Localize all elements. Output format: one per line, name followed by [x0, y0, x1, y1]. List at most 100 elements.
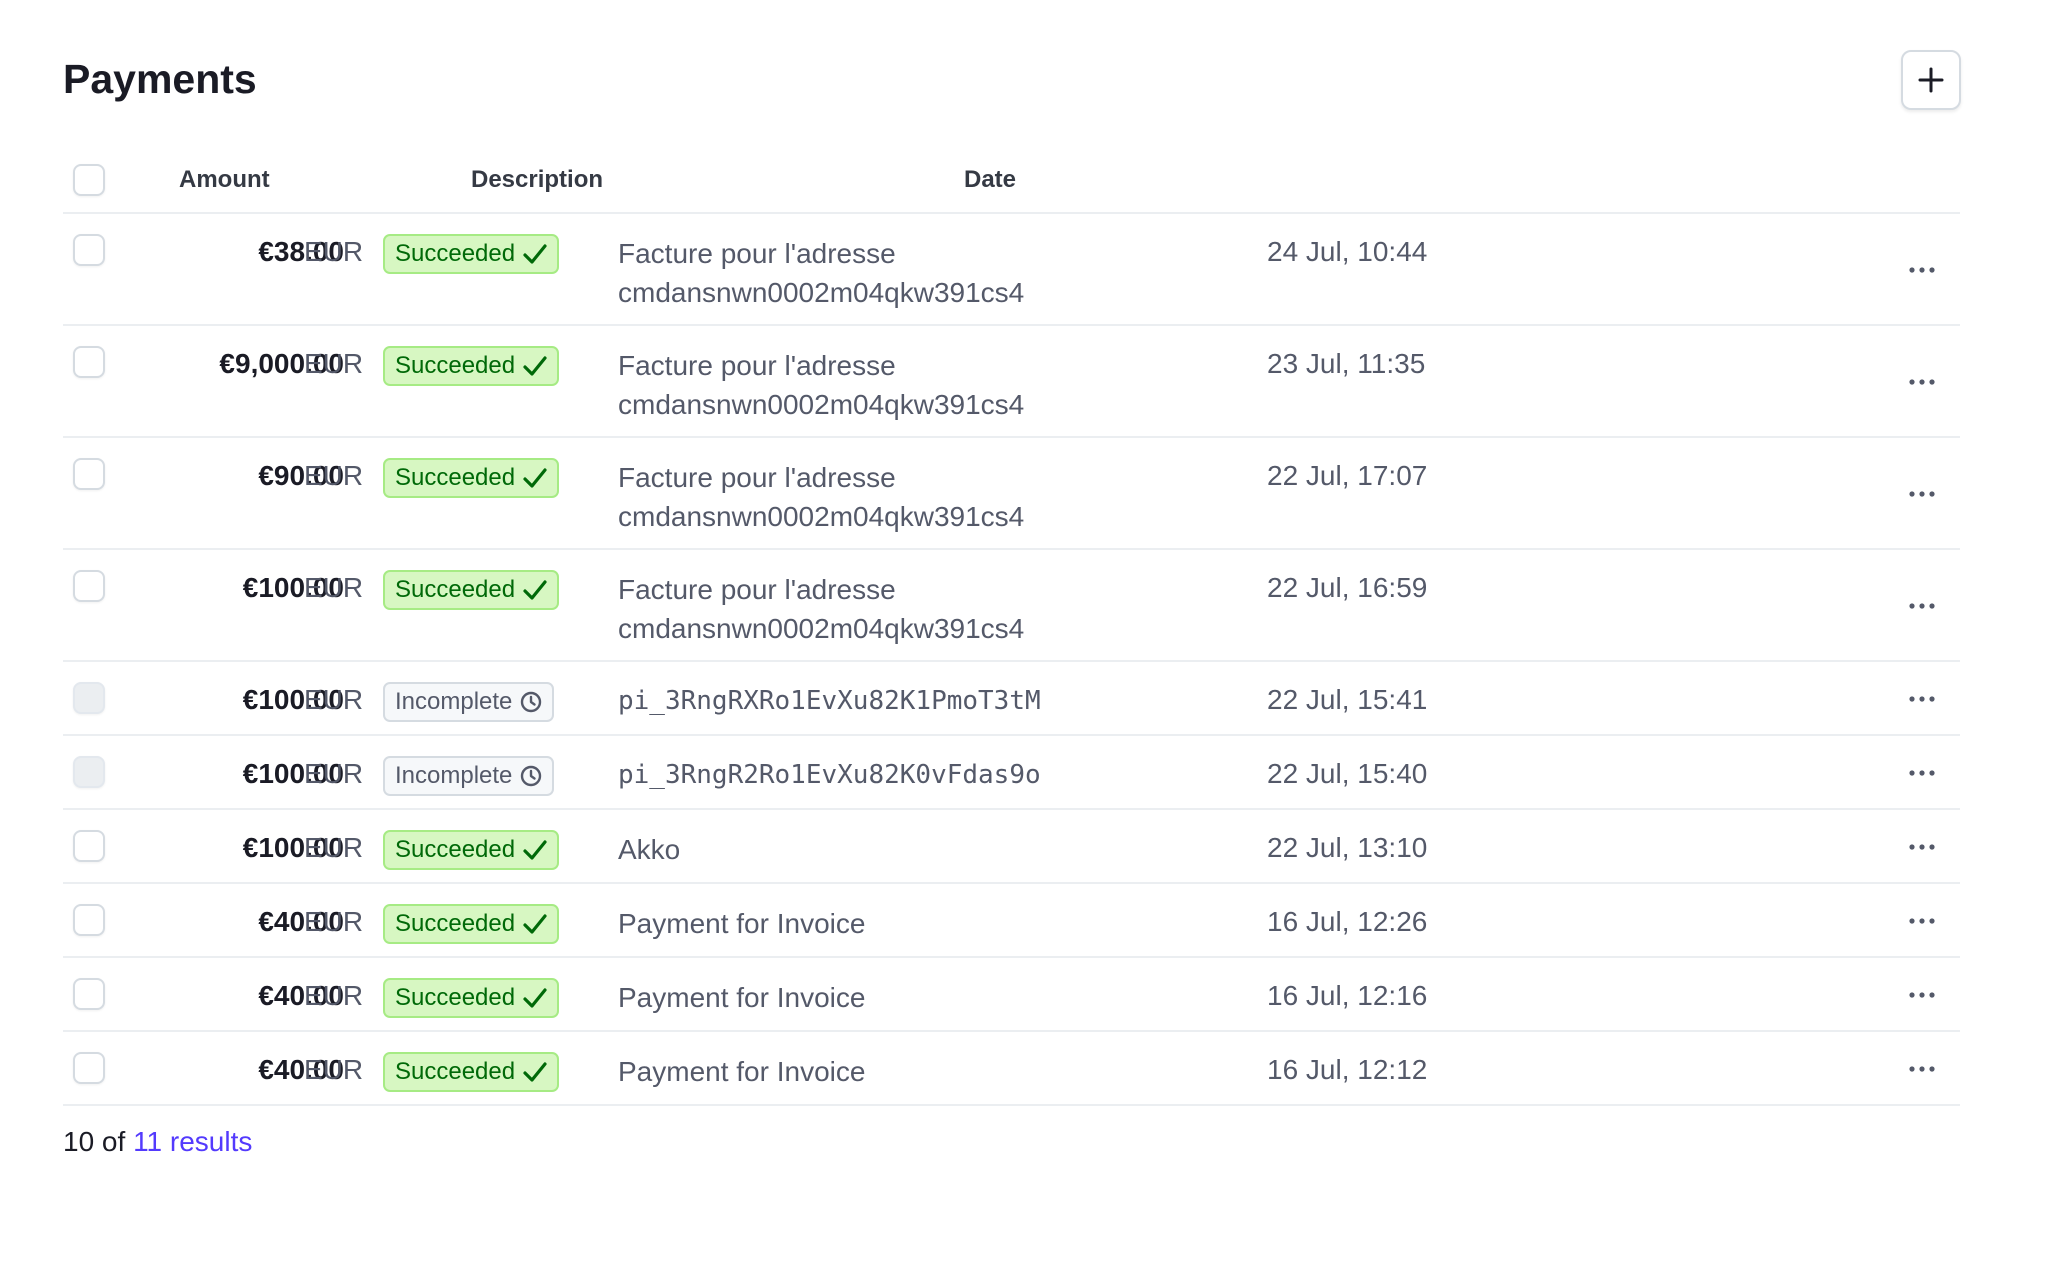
payment-date: 16 Jul, 12:16	[1267, 980, 1428, 1011]
results-count: 10 of	[63, 1126, 134, 1157]
payment-description: Payment for Invoice	[618, 908, 866, 939]
row-actions-button[interactable]	[1901, 1054, 1943, 1084]
status-badge: Succeeded	[383, 458, 560, 498]
payment-currency: EUR	[304, 460, 364, 491]
payment-currency: EUR	[304, 1054, 364, 1085]
table-body: €38.00 EUR Succeeded Facture pour l'adresse…	[63, 214, 1960, 1106]
row-checkbox[interactable]	[73, 570, 105, 602]
row-checkbox[interactable]	[73, 234, 105, 266]
more-icon	[1909, 1066, 1935, 1072]
payment-description: Facture pour l'adresse cmdansnwn0002m04q…	[618, 350, 1025, 420]
payment-description: Akko	[618, 834, 681, 865]
row-actions-button[interactable]	[1901, 591, 1943, 621]
more-icon	[1909, 491, 1935, 497]
payment-currency: EUR	[304, 758, 364, 789]
clock-icon	[521, 765, 542, 787]
add-payment-button[interactable]	[1901, 50, 1961, 110]
table-row[interactable]: €38.00 EUR Succeeded Facture pour l'adresse…	[63, 214, 1960, 326]
table-row[interactable]: €40.00 EUR Succeeded Payment for Invoice 16 …	[63, 958, 1960, 1032]
table-row[interactable]: €40.00 EUR Succeeded Payment for Invoice 16 …	[63, 1032, 1960, 1106]
status-label: Succeeded	[395, 464, 516, 491]
page-title: Payments	[63, 56, 257, 102]
payment-date: 23 Jul, 11:35	[1267, 348, 1426, 379]
status-label: Succeeded	[395, 576, 516, 603]
table-row[interactable]: €100.00 EUR Succeeded Facture pour l'adress…	[63, 550, 1960, 662]
payment-currency: EUR	[304, 572, 364, 603]
payment-currency: EUR	[304, 832, 364, 863]
status-badge: Succeeded	[383, 346, 560, 386]
table-row[interactable]: €90.00 EUR Succeeded Facture pour l'adresse…	[63, 438, 1960, 550]
row-actions-button[interactable]	[1901, 758, 1943, 788]
row-checkbox[interactable]	[73, 830, 105, 862]
check-icon	[523, 356, 547, 376]
status-label: Succeeded	[395, 910, 516, 937]
status-badge: Succeeded	[383, 978, 560, 1018]
status-badge: Succeeded	[383, 570, 560, 610]
table-row[interactable]: €100.00 EUR Incomplete pi_3RngR2Ro1EvXu82K0…	[63, 736, 1960, 810]
status-badge: Incomplete	[383, 682, 555, 722]
row-actions-button[interactable]	[1901, 832, 1943, 862]
more-icon	[1909, 844, 1935, 850]
payment-date: 22 Jul, 15:40	[1267, 758, 1428, 789]
row-checkbox[interactable]	[73, 1052, 105, 1084]
column-header-amount[interactable]: Amount	[179, 166, 270, 194]
status-badge: Succeeded	[383, 1052, 560, 1092]
row-actions-button[interactable]	[1901, 479, 1943, 509]
row-checkbox[interactable]	[73, 458, 105, 490]
payment-description: Payment for Invoice	[618, 982, 866, 1013]
row-checkbox[interactable]	[73, 346, 105, 378]
check-icon	[523, 840, 547, 860]
more-icon	[1909, 992, 1935, 998]
more-icon	[1909, 918, 1935, 924]
status-badge: Incomplete	[383, 756, 555, 796]
status-label: Succeeded	[395, 984, 516, 1011]
more-icon	[1909, 770, 1935, 776]
payment-description: pi_3RngR2Ro1EvXu82K0vFdas9o	[618, 760, 1041, 790]
table-header: Amount Description Date	[63, 150, 1960, 214]
status-badge: Succeeded	[383, 234, 560, 274]
payment-description: Facture pour l'adresse cmdansnwn0002m04q…	[618, 462, 1025, 532]
payment-date: 22 Jul, 15:41	[1267, 684, 1428, 715]
payment-currency: EUR	[304, 980, 364, 1011]
check-icon	[523, 988, 547, 1008]
select-all-checkbox[interactable]	[73, 164, 105, 196]
status-label: Succeeded	[395, 352, 516, 379]
column-header-date[interactable]: Date	[964, 166, 1016, 194]
payment-description: Facture pour l'adresse cmdansnwn0002m04q…	[618, 574, 1025, 644]
row-checkbox	[73, 682, 105, 714]
results-link[interactable]: 11 results	[133, 1126, 252, 1157]
more-icon	[1909, 379, 1935, 385]
row-checkbox[interactable]	[73, 904, 105, 936]
results-footer: 10 of 11 results	[63, 1126, 252, 1158]
row-actions-button[interactable]	[1901, 255, 1943, 285]
check-icon	[523, 468, 547, 488]
row-actions-button[interactable]	[1901, 367, 1943, 397]
more-icon	[1909, 603, 1935, 609]
table-row[interactable]: €40.00 EUR Succeeded Payment for Invoice 16 …	[63, 884, 1960, 958]
row-actions-button[interactable]	[1901, 906, 1943, 936]
payment-date: 22 Jul, 17:07	[1267, 460, 1428, 491]
clock-icon	[521, 691, 542, 713]
payment-date: 16 Jul, 12:12	[1267, 1054, 1428, 1085]
status-label: Incomplete	[395, 688, 513, 715]
payment-currency: EUR	[304, 684, 364, 715]
check-icon	[523, 1062, 547, 1082]
status-label: Succeeded	[395, 836, 516, 863]
table-row[interactable]: €9,000.00 EUR Succeeded Facture pour l'adre…	[63, 326, 1960, 438]
payment-date: 22 Jul, 13:10	[1267, 832, 1428, 863]
payments-page: Payments Amount Description Date €38.00 E…	[0, 0, 2058, 1284]
row-actions-button[interactable]	[1901, 980, 1943, 1010]
check-icon	[523, 244, 547, 264]
status-label: Incomplete	[395, 762, 513, 789]
table-row[interactable]: €100.00 EUR Incomplete pi_3RngRXRo1EvXu82K1…	[63, 662, 1960, 736]
row-checkbox	[73, 756, 105, 788]
column-header-description[interactable]: Description	[471, 166, 603, 194]
table-row[interactable]: €100.00 EUR Succeeded Akko 22 Jul, 13:10	[63, 810, 1960, 884]
payment-currency: EUR	[304, 348, 364, 379]
row-actions-button[interactable]	[1901, 684, 1943, 714]
payment-date: 24 Jul, 10:44	[1267, 236, 1428, 267]
payment-description: Payment for Invoice	[618, 1056, 866, 1087]
row-checkbox[interactable]	[73, 978, 105, 1010]
payment-description: Facture pour l'adresse cmdansnwn0002m04q…	[618, 238, 1025, 308]
more-icon	[1909, 267, 1935, 273]
